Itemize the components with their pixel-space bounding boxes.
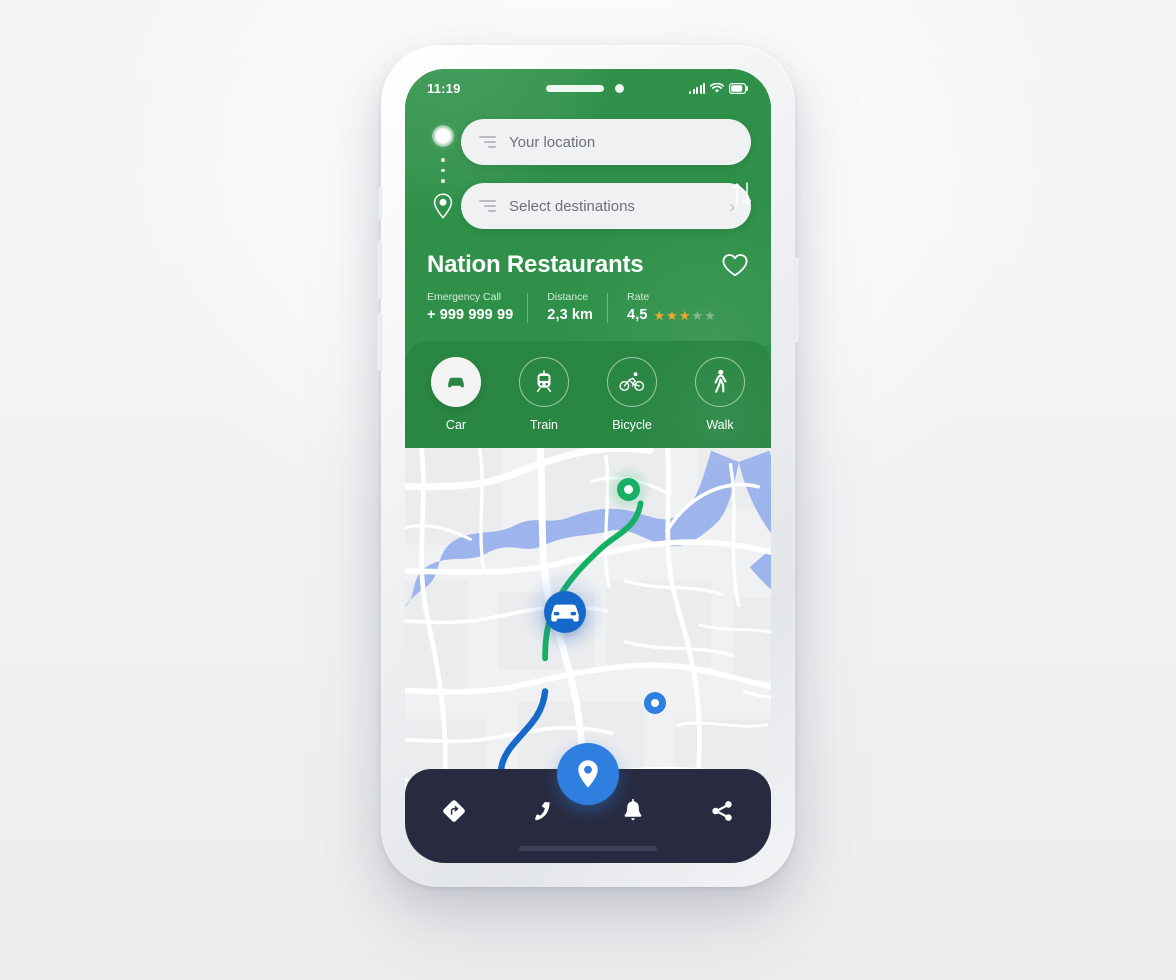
transport-mode-selector: Car Train Bicycle Walk bbox=[405, 328, 771, 508]
status-icons bbox=[689, 82, 749, 94]
route-endpoint-marker[interactable] bbox=[644, 692, 666, 714]
map-pin-outline-icon bbox=[433, 192, 453, 219]
volume-down-button[interactable] bbox=[377, 313, 382, 371]
stat-emergency-call: Emergency Call + 999 999 99 bbox=[427, 291, 527, 323]
vehicle-marker[interactable] bbox=[523, 570, 607, 654]
header-panel: 11:19 Your location Select destinations … bbox=[405, 69, 771, 345]
transport-mode-car[interactable]: Car bbox=[425, 357, 487, 432]
route-rail bbox=[425, 119, 461, 220]
star-icon[interactable]: ★ bbox=[704, 309, 716, 322]
star-icon[interactable]: ★ bbox=[666, 309, 678, 322]
home-indicator[interactable] bbox=[519, 846, 657, 851]
volume-up-button[interactable] bbox=[377, 241, 382, 299]
bottom-navigation-bar bbox=[405, 743, 771, 863]
destination-marker[interactable] bbox=[605, 466, 651, 512]
star-rating: ★ ★ ★ ★ ★ bbox=[654, 309, 716, 322]
star-icon[interactable]: ★ bbox=[679, 309, 691, 322]
stat-value: 2,3 km bbox=[547, 307, 594, 323]
stat-distance: Distance 2,3 km bbox=[527, 291, 607, 323]
transport-mode-bicycle[interactable]: Bicycle bbox=[601, 357, 663, 432]
transport-mode-label: Train bbox=[529, 418, 558, 432]
transport-mode-walk[interactable]: Walk bbox=[689, 357, 751, 432]
directions-sign-icon[interactable] bbox=[433, 790, 475, 832]
search-fields: Your location Select destinations › bbox=[461, 119, 751, 229]
transport-mode-label: Walk bbox=[706, 418, 734, 432]
wifi-icon bbox=[710, 82, 724, 93]
signal-bars-icon bbox=[689, 82, 705, 94]
heart-outline-icon[interactable] bbox=[721, 251, 749, 279]
origin-input[interactable]: Your location bbox=[461, 119, 751, 165]
page-title: Nation Restaurants bbox=[427, 251, 644, 278]
bell-icon[interactable] bbox=[612, 790, 654, 832]
phone-body: 11:19 Your location Select destinations … bbox=[377, 45, 799, 887]
origin-input-placeholder: Your location bbox=[509, 133, 596, 151]
car-icon bbox=[431, 357, 481, 407]
stat-value: 4,5 bbox=[627, 307, 648, 323]
stat-rate: Rate 4,5 ★ ★ ★ ★ ★ bbox=[607, 291, 730, 323]
phone-mockup: 11:19 Your location Select destinations … bbox=[333, 45, 843, 945]
front-camera-icon bbox=[615, 83, 624, 93]
battery-icon bbox=[729, 82, 748, 94]
current-location-dot-icon bbox=[432, 125, 454, 147]
notch-group bbox=[481, 83, 689, 93]
scene: 11:19 Your location Select destinations … bbox=[0, 0, 1176, 980]
route-dots bbox=[441, 158, 445, 183]
transport-mode-train[interactable]: Train bbox=[513, 357, 575, 432]
train-icon bbox=[519, 357, 569, 407]
transport-mode-label: Bicycle bbox=[612, 418, 652, 432]
place-title-row: Nation Restaurants bbox=[405, 229, 771, 279]
destination-input-placeholder: Select destinations bbox=[509, 197, 635, 215]
stat-value: + 999 999 99 bbox=[427, 307, 514, 323]
car-icon[interactable] bbox=[544, 591, 586, 633]
stat-label: Emergency Call bbox=[427, 291, 502, 303]
stat-label: Distance bbox=[547, 291, 589, 303]
star-icon[interactable]: ★ bbox=[654, 309, 666, 322]
bicycle-icon bbox=[607, 357, 657, 407]
speaker-grille bbox=[546, 84, 604, 92]
swap-vertical-arrows-icon[interactable] bbox=[729, 179, 755, 209]
status-bar: 11:19 bbox=[405, 69, 771, 107]
place-stats-row: Emergency Call + 999 999 99 Distance 2,3… bbox=[405, 279, 771, 345]
destination-input[interactable]: Select destinations › bbox=[461, 183, 751, 229]
power-button[interactable] bbox=[794, 257, 799, 343]
transport-mode-label: Car bbox=[445, 418, 467, 432]
circle-marker-icon[interactable] bbox=[616, 477, 640, 501]
menu-lines-icon bbox=[479, 136, 496, 148]
share-icon[interactable] bbox=[701, 790, 743, 832]
location-pin-icon[interactable] bbox=[557, 743, 619, 805]
star-icon[interactable]: ★ bbox=[691, 309, 703, 322]
phone-icon[interactable] bbox=[522, 790, 564, 832]
menu-lines-icon bbox=[479, 200, 496, 212]
mute-switch[interactable] bbox=[378, 187, 382, 219]
route-search-section: Your location Select destinations › bbox=[405, 107, 771, 229]
phone-screen: 11:19 Your location Select destinations … bbox=[405, 69, 771, 863]
stat-label: Rate bbox=[627, 291, 650, 303]
walk-icon bbox=[695, 357, 745, 407]
status-time: 11:19 bbox=[427, 80, 461, 96]
